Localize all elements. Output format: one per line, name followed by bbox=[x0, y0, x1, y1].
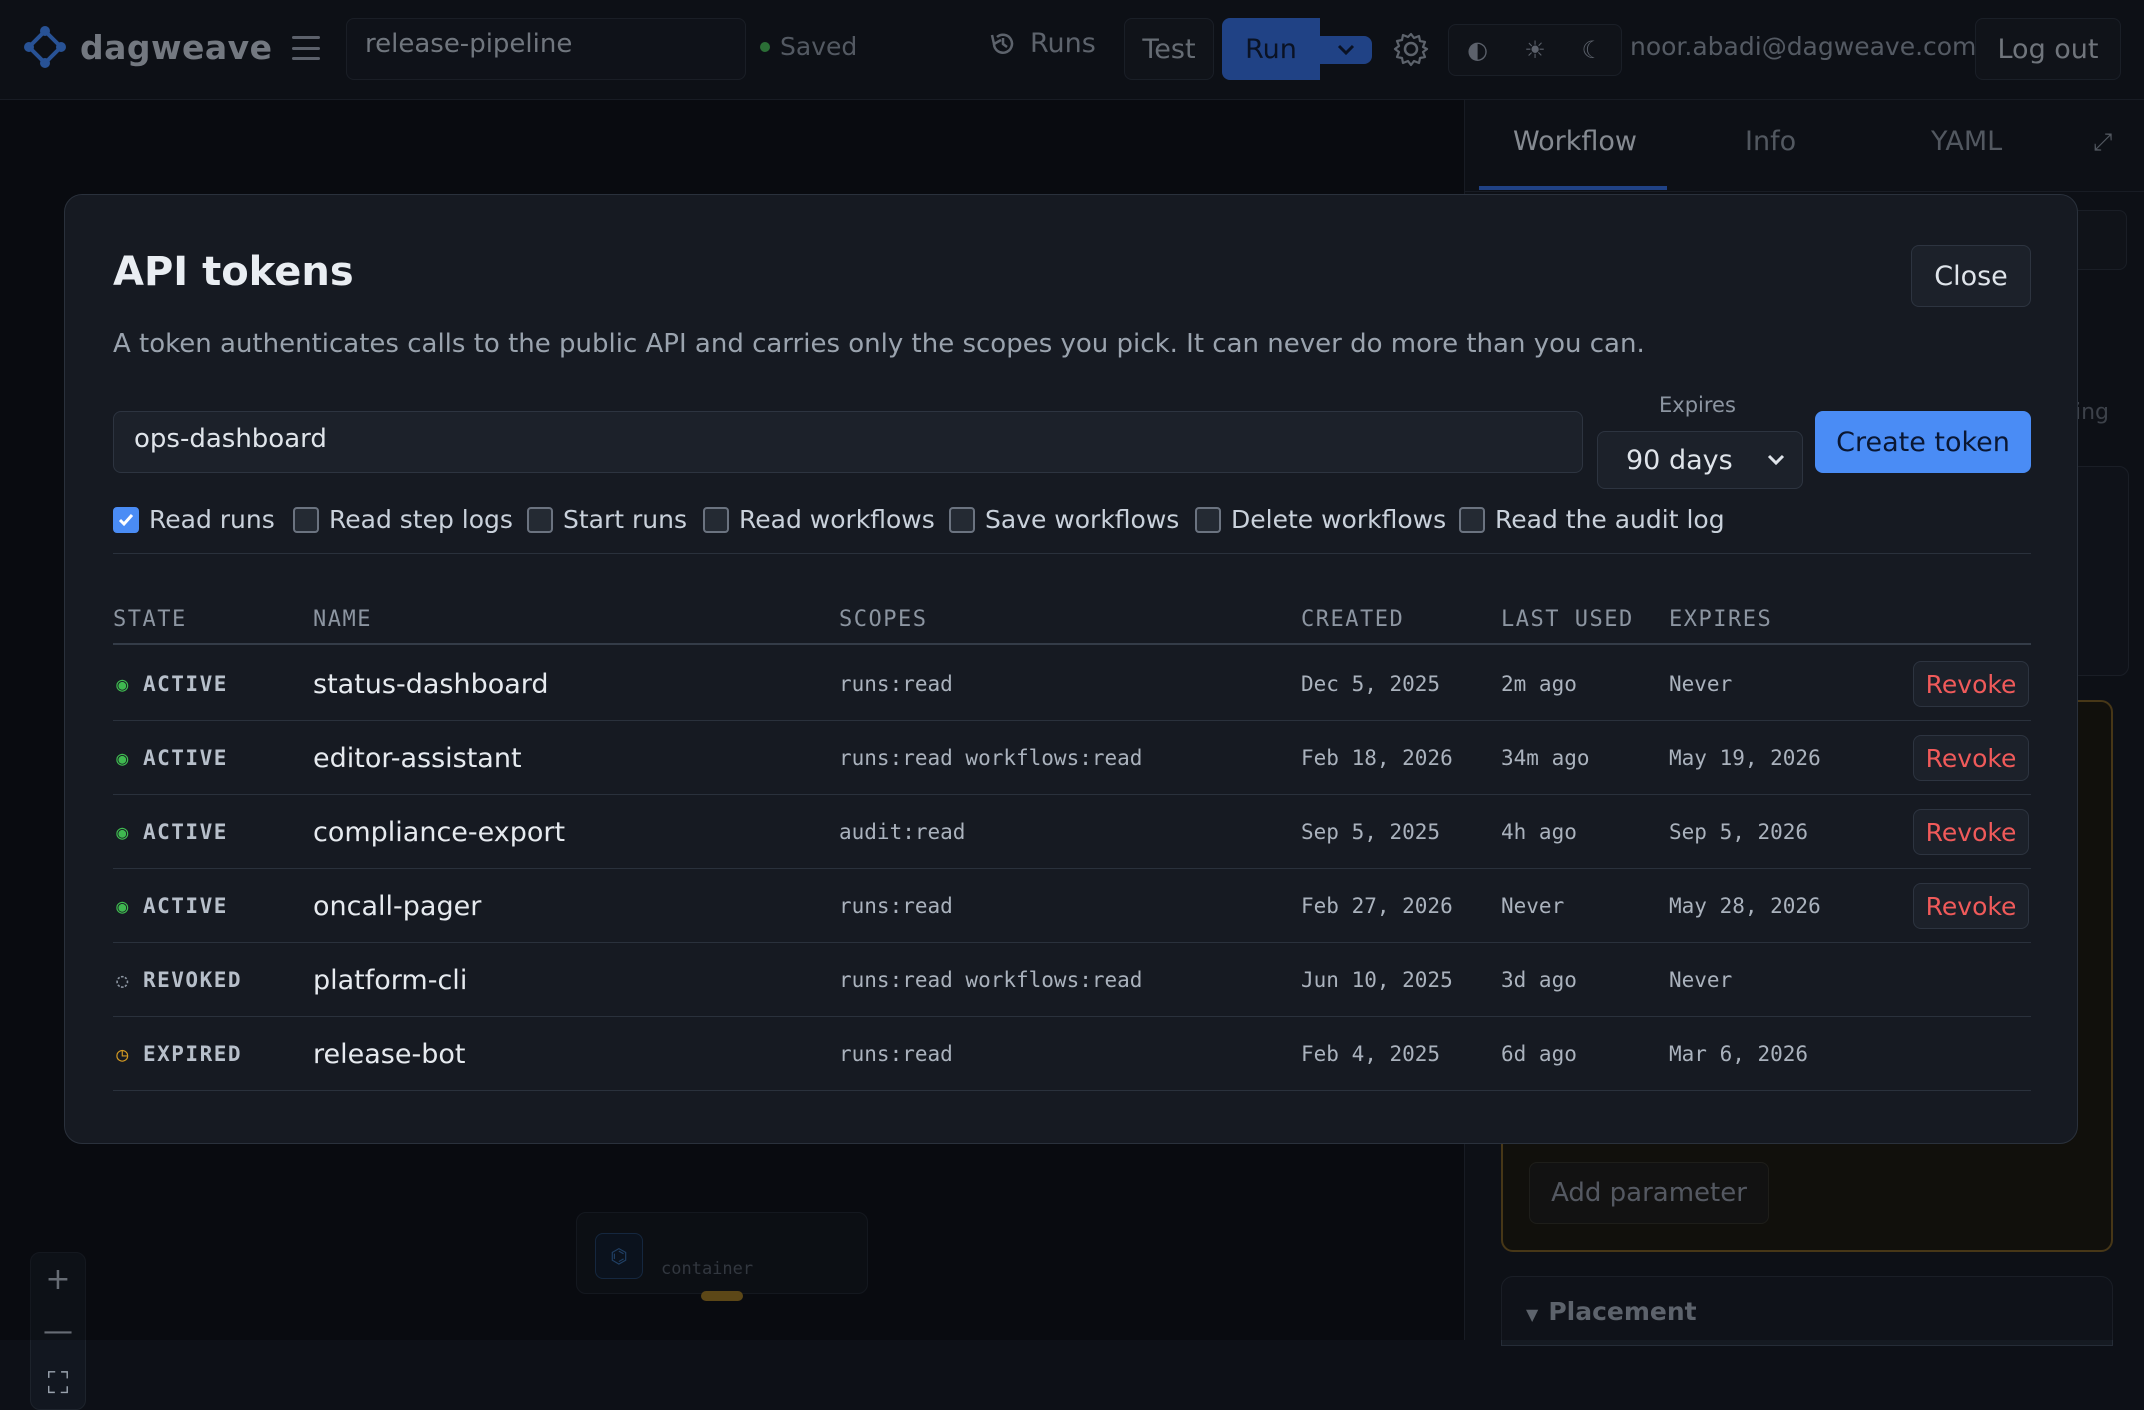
token-state: ◷ EXPIRED bbox=[113, 1017, 242, 1091]
revoke-button[interactable]: Revoke bbox=[1913, 735, 2029, 781]
column-header-expires: EXPIRES bbox=[1669, 607, 1773, 632]
token-name: editor-assistant bbox=[313, 742, 522, 774]
expires-value: 90 days bbox=[1626, 444, 1733, 476]
token-expires: May 28, 2026 bbox=[1669, 894, 1821, 918]
token-row: ◉ ACTIVE compliance-export audit:read Sep… bbox=[113, 795, 2031, 869]
active-status-icon: ◉ bbox=[116, 672, 130, 696]
state-label: ACTIVE bbox=[143, 672, 228, 696]
token-created: Feb 4, 2025 bbox=[1301, 1042, 1441, 1066]
token-created: Feb 27, 2026 bbox=[1301, 894, 1453, 918]
fit-view-icon[interactable]: ⛶ bbox=[30, 1358, 86, 1408]
active-status-icon: ◉ bbox=[116, 820, 130, 844]
scope-read-workflows[interactable]: Read workflows bbox=[703, 505, 935, 534]
checkbox-icon[interactable] bbox=[1459, 506, 1485, 533]
divider bbox=[113, 553, 2031, 554]
token-last-used: 3d ago bbox=[1501, 968, 1577, 992]
scope-checkboxes: Read runs Read step logs Start runs Read… bbox=[113, 505, 2043, 545]
token-row: ◷ EXPIRED release-bot runs:read Feb 4, 20… bbox=[113, 1017, 2031, 1091]
token-scopes: runs:read bbox=[839, 672, 953, 696]
column-header-scopes: SCOPES bbox=[839, 607, 928, 632]
state-label: ACTIVE bbox=[143, 820, 228, 844]
revoked-status-icon: ◌ bbox=[116, 968, 130, 992]
state-label: ACTIVE bbox=[143, 746, 228, 770]
checkbox-icon[interactable] bbox=[527, 506, 553, 533]
scope-start-runs[interactable]: Start runs bbox=[527, 505, 687, 534]
state-label: EXPIRED bbox=[143, 1042, 243, 1066]
token-expires: Mar 6, 2026 bbox=[1669, 1042, 1809, 1066]
token-scopes: runs:read bbox=[839, 1042, 953, 1066]
token-created: Sep 5, 2025 bbox=[1301, 820, 1441, 844]
token-scopes: runs:read workflows:read bbox=[839, 968, 1143, 992]
active-status-icon: ◉ bbox=[116, 746, 130, 770]
token-row: ◉ ACTIVE editor-assistant runs:read workf… bbox=[113, 721, 2031, 795]
scope-label: Read the audit log bbox=[1495, 505, 1725, 534]
scope-label: Read step logs bbox=[329, 505, 513, 534]
state-label: ACTIVE bbox=[143, 894, 228, 918]
api-tokens-dialog: API tokens Close A token authenticates c… bbox=[64, 194, 2078, 1144]
dialog-title: API tokens bbox=[113, 249, 354, 295]
column-header-name: NAME bbox=[313, 607, 372, 632]
token-name: compliance-export bbox=[313, 816, 566, 848]
token-last-used: 4h ago bbox=[1501, 820, 1577, 844]
scope-label: Read workflows bbox=[739, 505, 935, 534]
token-name: oncall-pager bbox=[313, 890, 482, 922]
token-last-used: 34m ago bbox=[1501, 746, 1590, 770]
checkbox-icon[interactable] bbox=[949, 506, 975, 533]
token-row: ◉ ACTIVE oncall-pager runs:read Feb 27, 2… bbox=[113, 869, 2031, 943]
scope-label: Start runs bbox=[563, 505, 688, 534]
checkbox-checked-icon[interactable] bbox=[113, 506, 139, 533]
scope-label: Save workflows bbox=[985, 505, 1180, 534]
active-status-icon: ◉ bbox=[116, 894, 130, 918]
clock-icon: ◷ bbox=[116, 1042, 130, 1066]
token-last-used: 6d ago bbox=[1501, 1042, 1577, 1066]
column-header-state: STATE bbox=[113, 607, 187, 632]
checkbox-icon[interactable] bbox=[703, 506, 729, 533]
token-name-input[interactable]: ops-dashboard bbox=[113, 411, 1583, 473]
token-row: ◌ REVOKED platform-cli runs:read workflow… bbox=[113, 943, 2031, 1017]
token-state: ◉ ACTIVE bbox=[113, 795, 228, 869]
token-scopes: audit:read bbox=[839, 820, 966, 844]
token-last-used: 2m ago bbox=[1501, 672, 1577, 696]
token-name: release-bot bbox=[313, 1038, 466, 1070]
expires-select[interactable]: 90 days bbox=[1597, 431, 1803, 489]
token-state: ◉ ACTIVE bbox=[113, 869, 228, 943]
scope-save-workflows[interactable]: Save workflows bbox=[949, 505, 1179, 534]
column-header-last-used: LAST USED bbox=[1501, 607, 1634, 632]
create-token-button[interactable]: Create token bbox=[1815, 411, 2031, 473]
tokens-table-header: STATE NAME SCOPES CREATED LAST USED EXPI… bbox=[113, 601, 2031, 645]
state-label: REVOKED bbox=[143, 968, 243, 992]
token-name: status-dashboard bbox=[313, 668, 549, 700]
scope-read-audit-log[interactable]: Read the audit log bbox=[1459, 505, 1725, 534]
column-header-created: CREATED bbox=[1301, 607, 1405, 632]
checkbox-icon[interactable] bbox=[293, 506, 319, 533]
token-created: Feb 18, 2026 bbox=[1301, 746, 1453, 770]
checkbox-icon[interactable] bbox=[1195, 506, 1221, 533]
token-state: ◌ REVOKED bbox=[113, 943, 242, 1017]
token-scopes: runs:read workflows:read bbox=[839, 746, 1143, 770]
token-state: ◉ ACTIVE bbox=[113, 647, 228, 721]
scope-label: Delete workflows bbox=[1231, 505, 1447, 534]
close-button[interactable]: Close bbox=[1911, 245, 2031, 307]
expires-label: Expires bbox=[1659, 393, 1736, 417]
token-expires: Never bbox=[1669, 672, 1733, 696]
revoke-button[interactable]: Revoke bbox=[1913, 809, 2029, 855]
token-state: ◉ ACTIVE bbox=[113, 721, 228, 795]
chevron-down-icon bbox=[1767, 454, 1785, 466]
token-created: Jun 10, 2025 bbox=[1301, 968, 1453, 992]
token-expires: Sep 5, 2026 bbox=[1669, 820, 1809, 844]
scope-delete-workflows[interactable]: Delete workflows bbox=[1195, 505, 1446, 534]
token-scopes: runs:read bbox=[839, 894, 953, 918]
token-row: ◉ ACTIVE status-dashboard runs:read Dec 5… bbox=[113, 647, 2031, 721]
scope-label: Read runs bbox=[149, 505, 275, 534]
revoke-button[interactable]: Revoke bbox=[1913, 661, 2029, 707]
token-last-used: Never bbox=[1501, 894, 1565, 918]
token-created: Dec 5, 2025 bbox=[1301, 672, 1441, 696]
revoke-button[interactable]: Revoke bbox=[1913, 883, 2029, 929]
scope-read-step-logs[interactable]: Read step logs bbox=[293, 505, 513, 534]
scope-read-runs[interactable]: Read runs bbox=[113, 505, 275, 534]
token-expires: Never bbox=[1669, 968, 1733, 992]
dialog-description: A token authenticates calls to the publi… bbox=[113, 329, 1645, 359]
token-expires: May 19, 2026 bbox=[1669, 746, 1821, 770]
token-name: platform-cli bbox=[313, 964, 468, 996]
